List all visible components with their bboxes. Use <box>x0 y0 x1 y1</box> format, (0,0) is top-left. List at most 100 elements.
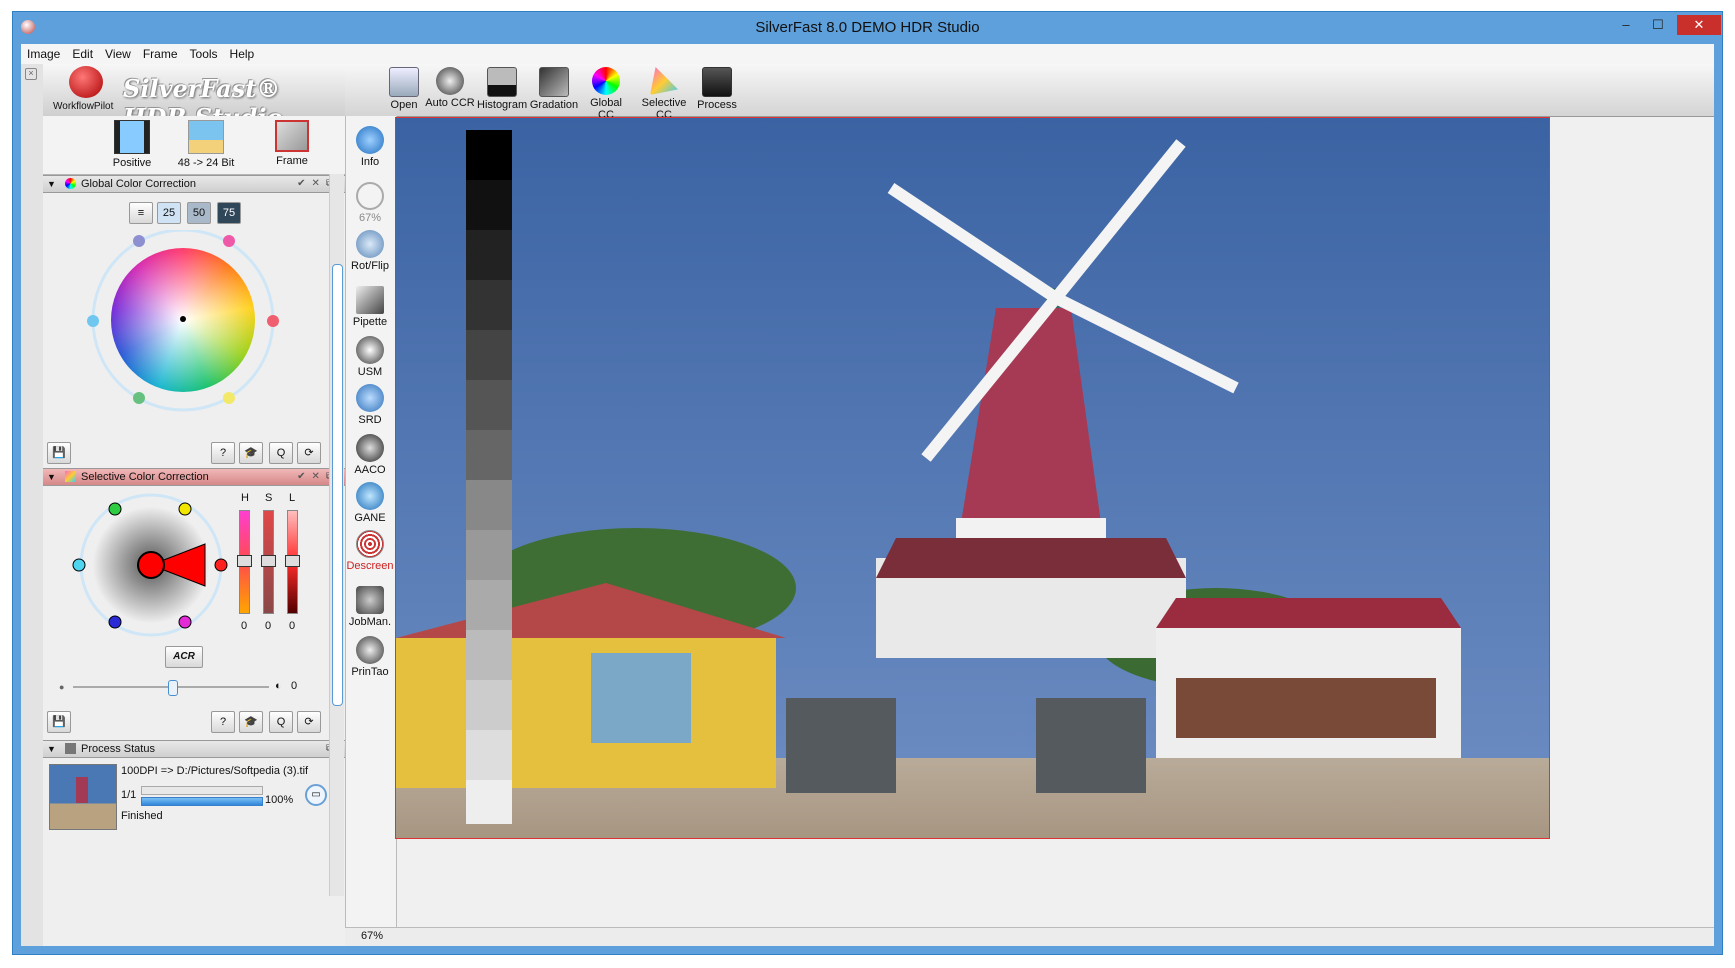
collapse-triangle-icon[interactable]: ▼ <box>47 469 56 485</box>
gcc-center-point[interactable] <box>180 316 186 322</box>
scc-amount-slider-thumb[interactable] <box>168 680 178 696</box>
progress-bar-upper <box>141 786 263 795</box>
menu-view[interactable]: View <box>99 44 137 61</box>
scc-save-icon[interactable]: 💾 <box>47 711 71 733</box>
gcc-color-wheel[interactable] <box>43 230 345 420</box>
selective-cc-icon <box>650 67 678 95</box>
gcc-preset-lines-button[interactable]: ≡ <box>129 202 153 224</box>
scc-qtv-icon[interactable]: Q <box>269 711 293 733</box>
gcc-reset-icon[interactable]: ⟳ <box>297 442 321 464</box>
hsl-value-h: 0 <box>241 620 248 632</box>
scc-amount-slider[interactable] <box>73 680 269 696</box>
process-header[interactable]: ▼ Process Status ⧉ <box>43 740 345 758</box>
gcc-handle-cyan[interactable] <box>87 315 99 327</box>
scc-color-circle[interactable] <box>65 492 265 642</box>
gcc-save-icon[interactable]: 💾 <box>47 442 71 464</box>
film-strip-icon <box>114 120 150 154</box>
hue-slider-thumb[interactable] <box>237 555 252 567</box>
info-icon <box>356 126 384 154</box>
thumbnail-mill <box>76 777 88 803</box>
mode-bit-depth[interactable]: 48 -> 24 Bit <box>175 120 237 169</box>
collapse-triangle-icon[interactable]: ▼ <box>47 741 56 757</box>
progress-bar-lower <box>141 797 263 806</box>
workflowpilot-icon[interactable] <box>69 66 103 98</box>
menu-image[interactable]: Image <box>21 44 66 61</box>
hue-slider[interactable] <box>237 510 252 614</box>
process-small-icon <box>65 743 76 754</box>
panel-scrollbar-thumb[interactable] <box>332 264 343 706</box>
hsl-label-s: S <box>265 492 273 504</box>
gcc-handle-red[interactable] <box>267 315 279 327</box>
main-toolbar: Open Auto CCR Histogram Gradation Global… <box>345 64 1714 121</box>
scc-expert-icon[interactable]: 🎓 <box>239 711 263 733</box>
frame-tools-icon <box>275 120 309 152</box>
status-bar: 67% <box>345 927 1714 946</box>
gcc-preset-25-button[interactable]: 25 <box>157 202 181 224</box>
tool-jobmanager[interactable]: JobMan. <box>346 586 394 628</box>
toolbar-histogram[interactable]: Histogram <box>477 67 527 111</box>
process-log-icon[interactable]: ▭ <box>305 784 327 806</box>
descreen-icon <box>356 530 384 558</box>
mode-bar: Positive 48 -> 24 Bit Frame <box>43 116 345 175</box>
gcc-help-icon[interactable]: ? <box>211 442 235 464</box>
gcc-handle-blue[interactable] <box>133 235 145 247</box>
toolbar-selective-cc[interactable]: Selective CC <box>635 67 693 121</box>
collapse-triangle-icon[interactable]: ▼ <box>47 176 56 192</box>
acr-button[interactable]: ACR <box>165 646 203 668</box>
tool-pipette[interactable]: Pipette <box>346 286 394 328</box>
logo-area: WorkflowPilot SilverFast® HDR Studio <box>43 64 345 132</box>
saturation-slider-thumb[interactable] <box>261 555 276 567</box>
toolbar-global-cc[interactable]: Global CC <box>581 67 631 121</box>
menu-tools[interactable]: Tools <box>184 44 224 61</box>
saturation-slider[interactable] <box>261 510 276 614</box>
scc-header[interactable]: ▼ Selective Color Correction ✔✕⧉ <box>43 468 345 486</box>
tool-srd[interactable]: SRD <box>346 384 394 426</box>
hsl-label-l: L <box>289 492 296 504</box>
gcc-expert-icon[interactable]: 🎓 <box>239 442 263 464</box>
mode-positive[interactable]: Positive <box>107 120 157 169</box>
toolbar-gradation[interactable]: Gradation <box>529 67 579 111</box>
zoom-icon <box>356 182 384 210</box>
lightness-slider[interactable] <box>285 510 300 614</box>
tool-gane[interactable]: GANE <box>346 482 394 524</box>
gcc-qtv-icon[interactable]: Q <box>269 442 293 464</box>
tool-rot-flip[interactable]: Rot/Flip <box>346 230 394 272</box>
minimize-button[interactable]: – <box>1613 15 1639 35</box>
tool-zoom[interactable]: 67% <box>346 182 394 224</box>
histogram-icon <box>487 67 517 97</box>
gcc-handle-magenta[interactable] <box>223 235 235 247</box>
global-cc-icon <box>592 67 620 95</box>
toolbar-open[interactable]: Open <box>387 67 421 111</box>
mode-frame[interactable]: Frame <box>267 120 317 167</box>
tool-printao[interactable]: PrinTao <box>346 636 394 678</box>
tool-info[interactable]: Info <box>346 126 394 168</box>
maximize-button[interactable]: ☐ <box>1645 15 1671 35</box>
menu-help[interactable]: Help <box>224 44 261 61</box>
menu-frame[interactable]: Frame <box>137 44 184 61</box>
title-bar[interactable]: SilverFast 8.0 DEMO HDR Studio – ☐ ✕ <box>13 12 1722 44</box>
tool-descreen[interactable]: Descreen <box>346 530 394 572</box>
toolbar-process[interactable]: Process <box>697 67 737 111</box>
close-frame-icon[interactable]: × <box>25 68 37 80</box>
tool-aaco[interactable]: AACO <box>346 434 394 476</box>
left-panel: WorkflowPilot SilverFast® HDR Studio Pos… <box>43 64 345 946</box>
panel-scrollbar[interactable] <box>329 174 344 896</box>
lightness-slider-thumb[interactable] <box>285 555 300 567</box>
open-icon <box>389 67 419 97</box>
toolbar-auto-ccr[interactable]: Auto CCR <box>425 67 475 109</box>
gcc-handle-green[interactable] <box>133 392 145 404</box>
process-thumbnail <box>49 764 117 830</box>
close-button[interactable]: ✕ <box>1677 15 1721 35</box>
gcc-preset-75-button[interactable]: 75 <box>217 202 241 224</box>
menu-edit[interactable]: Edit <box>66 44 99 61</box>
gcc-preset-50-button[interactable]: 50 <box>187 202 211 224</box>
image-preview[interactable] <box>395 117 1550 839</box>
scc-reset-icon[interactable]: ⟳ <box>297 711 321 733</box>
palm-beach-icon <box>188 120 224 154</box>
tool-usm[interactable]: USM <box>346 336 394 378</box>
gcc-handle-yellow[interactable] <box>223 392 235 404</box>
workflowpilot-label: WorkflowPilot <box>53 101 114 112</box>
process-job-line: 100DPI => D:/Pictures/Softpedia (3).tif <box>121 765 309 777</box>
gcc-header[interactable]: ▼ Global Color Correction ✔✕⧉ <box>43 175 345 193</box>
scc-help-icon[interactable]: ? <box>211 711 235 733</box>
